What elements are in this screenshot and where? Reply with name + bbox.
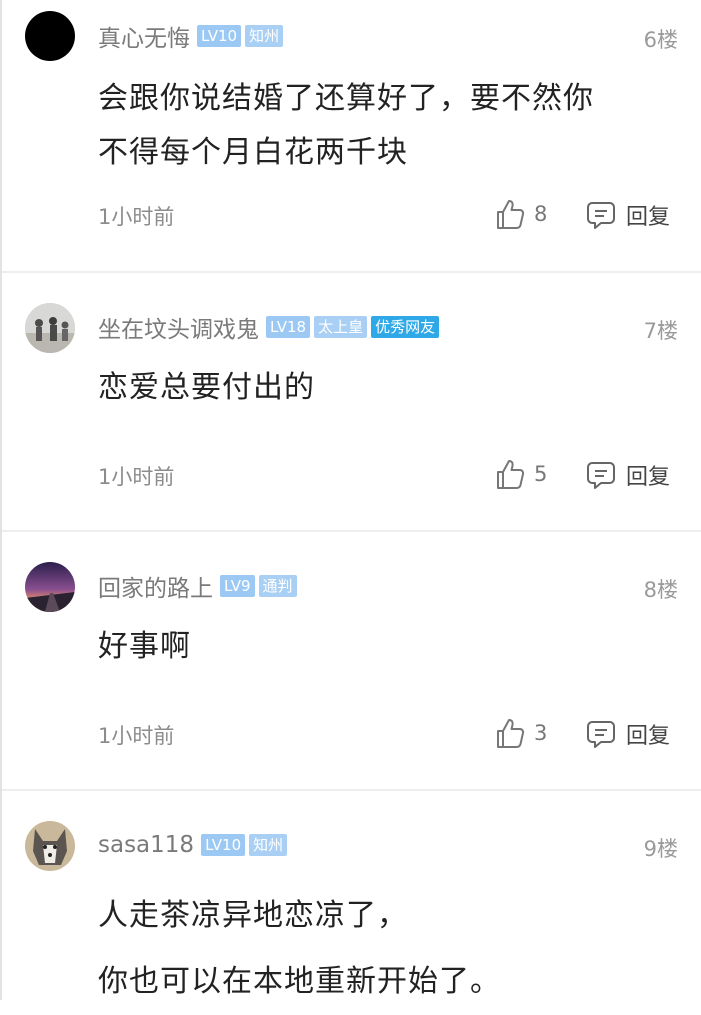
comment-item: sasa118 LV10 知州 9楼 人走茶凉异地恋凉了， 你也可以在本地重新开… bbox=[2, 791, 701, 1000]
comment-bubble-icon bbox=[586, 460, 616, 490]
reply-button[interactable]: 回复 bbox=[586, 459, 670, 491]
like-button[interactable]: 8 bbox=[495, 198, 547, 230]
username[interactable]: 坐在坟头调戏鬼 bbox=[98, 310, 259, 344]
avatar[interactable] bbox=[25, 11, 75, 61]
level-badge: LV10 bbox=[197, 25, 242, 47]
thumbs-up-icon bbox=[495, 717, 525, 749]
comment-text: 恋爱总要付出的 bbox=[98, 361, 315, 415]
timestamp: 1小时前 bbox=[98, 205, 175, 229]
user-info: sasa118 LV10 知州 bbox=[98, 830, 291, 860]
username[interactable]: 回家的路上 bbox=[98, 569, 213, 603]
floor-number: 9楼 bbox=[643, 837, 678, 861]
comment-item: 真心无悔 LV10 知州 6楼 会跟你说结婚了还算好了，要不然你 不得每个月白花… bbox=[2, 0, 701, 272]
title-badge: 通判 bbox=[258, 575, 297, 597]
avatar[interactable] bbox=[25, 821, 75, 871]
comment-item: 坐在坟头调戏鬼 LV18 太上皇 优秀网友 7楼 恋爱总要付出的 1小时前 5 bbox=[2, 273, 701, 531]
like-button[interactable]: 5 bbox=[495, 458, 547, 490]
comment-line: 恋爱总要付出的 bbox=[98, 370, 315, 405]
title-badge: 太上皇 bbox=[314, 316, 368, 338]
comment-line: 你也可以在本地重新开始了。 bbox=[98, 964, 501, 999]
thumbs-up-icon bbox=[495, 458, 525, 490]
thumbs-up-icon bbox=[495, 198, 525, 230]
floor-number: 6楼 bbox=[643, 28, 678, 52]
user-info: 真心无悔 LV10 知州 bbox=[98, 19, 287, 53]
avatar[interactable] bbox=[25, 562, 75, 612]
floor-number: 8楼 bbox=[643, 578, 678, 602]
level-badge: LV9 bbox=[220, 575, 255, 597]
timestamp: 1小时前 bbox=[98, 724, 175, 748]
comment-item: 回家的路上 LV9 通判 8楼 好事啊 1小时前 3 回复 bbox=[2, 532, 701, 790]
comment-bubble-icon bbox=[586, 719, 616, 749]
like-count: 8 bbox=[534, 202, 548, 226]
timestamp: 1小时前 bbox=[98, 465, 175, 489]
title-badge: 知州 bbox=[245, 25, 284, 47]
reply-label: 回复 bbox=[626, 205, 671, 230]
comment-line: 不得每个月白花两千块 bbox=[98, 135, 408, 170]
level-badge: LV10 bbox=[201, 834, 246, 856]
title-badge: 知州 bbox=[249, 834, 288, 856]
comment-text: 会跟你说结婚了还算好了，要不然你 不得每个月白花两千块 bbox=[98, 72, 594, 180]
level-badge: LV18 bbox=[266, 316, 311, 338]
reply-button[interactable]: 回复 bbox=[586, 199, 670, 231]
reply-label: 回复 bbox=[626, 724, 671, 749]
comment-bubble-icon bbox=[586, 200, 616, 230]
comment-text: 人走茶凉异地恋凉了， 你也可以在本地重新开始了。 bbox=[98, 883, 501, 1015]
reply-button[interactable]: 回复 bbox=[586, 718, 670, 750]
floor-number: 7楼 bbox=[643, 319, 678, 343]
user-info: 坐在坟头调戏鬼 LV18 太上皇 优秀网友 bbox=[98, 310, 443, 344]
comment-line: 人走茶凉异地恋凉了， bbox=[98, 898, 408, 933]
like-button[interactable]: 3 bbox=[495, 717, 547, 749]
username[interactable]: sasa118 bbox=[98, 832, 194, 858]
user-info: 回家的路上 LV9 通判 bbox=[98, 569, 301, 603]
comment-line: 会跟你说结婚了还算好了，要不然你 bbox=[98, 81, 594, 116]
comment-text: 好事啊 bbox=[98, 620, 191, 674]
username[interactable]: 真心无悔 bbox=[98, 19, 190, 53]
excellent-user-badge: 优秀网友 bbox=[371, 316, 440, 338]
avatar[interactable] bbox=[25, 303, 75, 353]
reply-label: 回复 bbox=[626, 465, 671, 490]
comment-line: 好事啊 bbox=[98, 629, 191, 664]
like-count: 3 bbox=[534, 721, 548, 745]
comment-list: 真心无悔 LV10 知州 6楼 会跟你说结婚了还算好了，要不然你 不得每个月白花… bbox=[0, 0, 701, 1000]
like-count: 5 bbox=[534, 462, 548, 486]
